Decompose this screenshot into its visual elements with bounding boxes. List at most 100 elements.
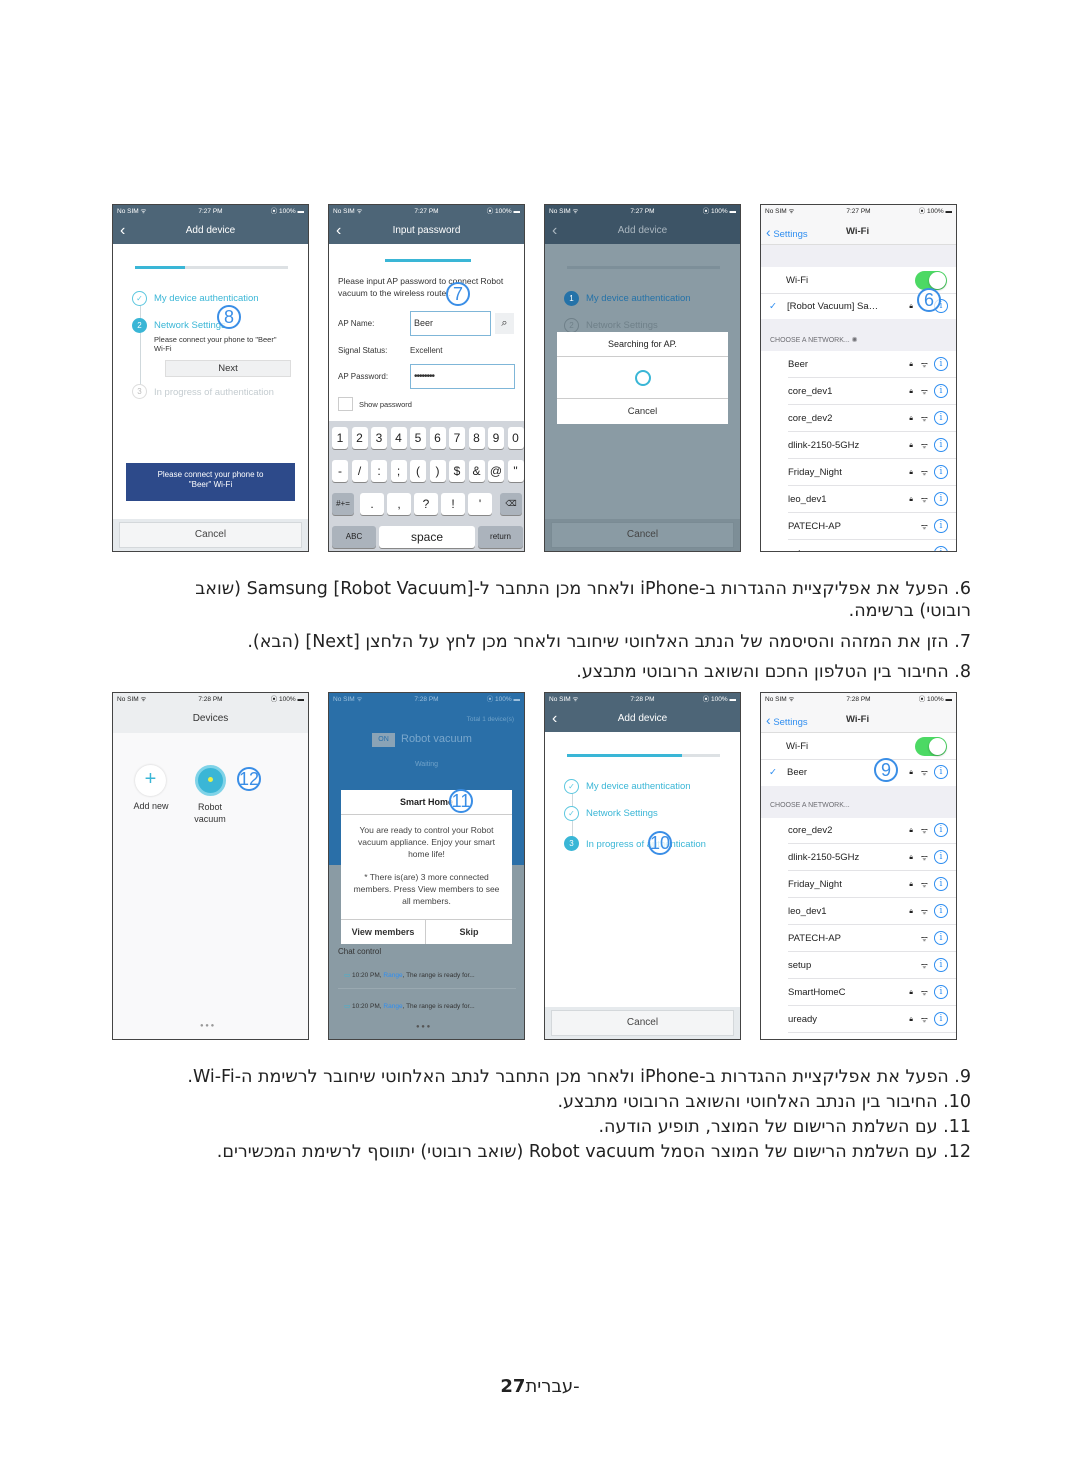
network-row[interactable]: leo_dev1 🔒︎ ᯤ i <box>788 898 956 925</box>
ap-name-input[interactable]: Beer <box>410 311 491 336</box>
network-row[interactable]: core_dev2 🔒︎ ᯤ i <box>788 817 956 844</box>
keyboard-key[interactable]: 1 <box>332 427 348 449</box>
network-row[interactable]: leo_dev1 🔒︎ ᯤ i <box>788 486 956 513</box>
wifi-signal-icon: ᯤ <box>920 468 928 477</box>
lock-icon: 🔒︎ <box>909 1016 913 1023</box>
keyboard-key[interactable]: 7 <box>449 427 465 449</box>
info-icon[interactable]: i <box>934 1012 948 1026</box>
network-row[interactable]: Beer 🔒︎ ᯤ i <box>788 351 956 378</box>
chat-message[interactable]: ▭ 10:20 PM, Range, The range is ready fo… <box>338 963 516 989</box>
keyboard-key[interactable]: 6 <box>429 427 446 449</box>
keyboard-key[interactable]: ; <box>390 460 407 482</box>
wifi-toggle[interactable] <box>915 737 947 756</box>
robot-vacuum-device-icon[interactable] <box>195 765 226 796</box>
info-icon[interactable]: i <box>934 492 948 506</box>
keyboard-key[interactable]: , <box>387 493 411 515</box>
info-icon[interactable]: i <box>934 357 948 371</box>
search-icon[interactable]: ⌕ <box>495 313 514 334</box>
callout-marker: 12 <box>237 767 261 791</box>
show-password-checkbox[interactable] <box>338 397 353 411</box>
back-icon[interactable]: ‹ <box>336 218 341 244</box>
cancel-button[interactable]: Cancel <box>551 522 734 548</box>
back-icon[interactable]: ‹ <box>120 218 125 244</box>
settings-back-link[interactable]: ‹ Settings <box>766 712 808 728</box>
info-icon[interactable]: i <box>934 958 948 972</box>
wifi-signal-icon: ᯤ <box>920 934 928 943</box>
keyboard-key[interactable]: 8 <box>468 427 485 449</box>
chevron-left-icon: ‹ <box>766 224 771 240</box>
back-icon[interactable]: ‹ <box>552 218 557 244</box>
keyboard-key[interactable]: ? <box>414 493 438 515</box>
connected-network[interactable]: ✓ Beer 🔒︎ ᯤ i <box>761 759 956 786</box>
back-icon[interactable]: ‹ <box>552 706 557 732</box>
wifi-signal-icon: ᯤ <box>920 880 928 889</box>
network-row[interactable]: SmartHomeC 🔒︎ ᯤ i <box>788 979 956 1006</box>
keyboard-key[interactable]: ⌫ <box>500 493 522 515</box>
network-row[interactable]: core_dev1 🔒︎ ᯤ i <box>788 378 956 405</box>
keyboard-key[interactable]: & <box>468 460 485 482</box>
network-name: Friday_Night <box>788 879 842 890</box>
network-row[interactable]: PATECH-AP ᯤ i <box>788 925 956 952</box>
info-icon[interactable]: i <box>934 904 948 918</box>
ap-password-input[interactable]: •••••••• <box>410 364 515 389</box>
keyboard-key[interactable]: 4 <box>390 427 407 449</box>
keyboard-key[interactable]: 5 <box>410 427 426 449</box>
network-row[interactable]: PATECH-AP ᯤ i <box>788 513 956 540</box>
network-row[interactable]: dlink-2150-5GHz 🔒︎ ᯤ i <box>788 844 956 871</box>
info-icon[interactable]: i <box>934 546 948 551</box>
keyboard-key[interactable]: - <box>332 460 348 482</box>
status-bar: No SIM ᯤ 7:27 PM ⦿ 100% ▬ <box>545 205 740 218</box>
chat-message[interactable]: ▭ 10:20 PM, Range, The range is ready fo… <box>338 994 516 1020</box>
wifi-toggle[interactable] <box>915 271 947 290</box>
keyboard-key[interactable]: ( <box>410 460 426 482</box>
on-badge[interactable]: ON <box>372 733 395 747</box>
network-row[interactable]: setupᯤi <box>788 540 956 551</box>
keyboard-key[interactable]: 0 <box>507 427 524 449</box>
dialog-cancel-button[interactable]: Cancel <box>557 398 728 424</box>
connect-wifi-button[interactable]: Please connect your phone to "Beer" Wi-F… <box>126 463 295 501</box>
info-icon[interactable]: i <box>934 438 948 452</box>
info-icon[interactable]: i <box>934 877 948 891</box>
network-row[interactable]: Friday_Night 🔒︎ ᯤ i <box>788 871 956 898</box>
keyboard-key[interactable]: : <box>371 460 387 482</box>
info-icon[interactable]: i <box>934 465 948 479</box>
cancel-button[interactable]: Cancel <box>551 1010 734 1036</box>
keyboard-key[interactable]: 2 <box>351 427 368 449</box>
loading-spinner-icon <box>634 370 651 386</box>
info-icon[interactable]: i <box>934 931 948 945</box>
keyboard-key[interactable]: space <box>379 526 475 548</box>
network-row[interactable]: Friday_Night 🔒︎ ᯤ i <box>788 459 956 486</box>
settings-back-link[interactable]: ‹ Settings <box>766 224 808 240</box>
info-icon[interactable]: i <box>934 519 948 533</box>
keyboard-key[interactable]: / <box>351 460 368 482</box>
info-icon[interactable]: i <box>934 823 948 837</box>
network-row[interactable]: core_dev2 🔒︎ ᯤ i <box>788 405 956 432</box>
network-row[interactable]: setupᯤi <box>788 952 956 979</box>
add-new-button[interactable]: + <box>135 765 166 796</box>
keyboard-key[interactable]: 9 <box>488 427 504 449</box>
keyboard-key[interactable]: " <box>507 460 524 482</box>
network-row[interactable]: dlink-2150-5GHz 🔒︎ ᯤ i <box>788 432 956 459</box>
keyboard-key[interactable]: ABC <box>332 526 376 548</box>
network-name: leo_dev1 <box>788 906 827 917</box>
keyboard-key[interactable]: . <box>360 493 384 515</box>
keyboard-key[interactable]: @ <box>488 460 504 482</box>
keyboard-key[interactable]: #+= <box>332 493 354 515</box>
keyboard-key[interactable]: 3 <box>371 427 387 449</box>
info-icon[interactable]: i <box>934 411 948 425</box>
view-members-button[interactable]: View members <box>341 919 426 944</box>
keyboard-key[interactable]: ! <box>441 493 465 515</box>
info-icon[interactable]: i <box>934 765 948 779</box>
cancel-button[interactable]: Cancel <box>119 522 302 548</box>
keyboard: 1 2 3 4 5 6 7 8 9 0 - /:;() $ & @ " #+=.,?! ' ⌫ ABC space ret… <box>329 421 524 551</box>
keyboard-key[interactable]: $ <box>449 460 465 482</box>
skip-button[interactable]: Skip <box>426 919 512 944</box>
keyboard-key[interactable]: ' <box>468 493 492 515</box>
network-row[interactable]: uready 🔒︎ ᯤ i <box>788 1006 956 1033</box>
info-icon[interactable]: i <box>934 985 948 999</box>
next-button[interactable]: Next <box>165 360 291 377</box>
info-icon[interactable]: i <box>934 384 948 398</box>
info-icon[interactable]: i <box>934 850 948 864</box>
keyboard-key[interactable]: ) <box>429 460 446 482</box>
keyboard-key[interactable]: return <box>478 526 523 548</box>
